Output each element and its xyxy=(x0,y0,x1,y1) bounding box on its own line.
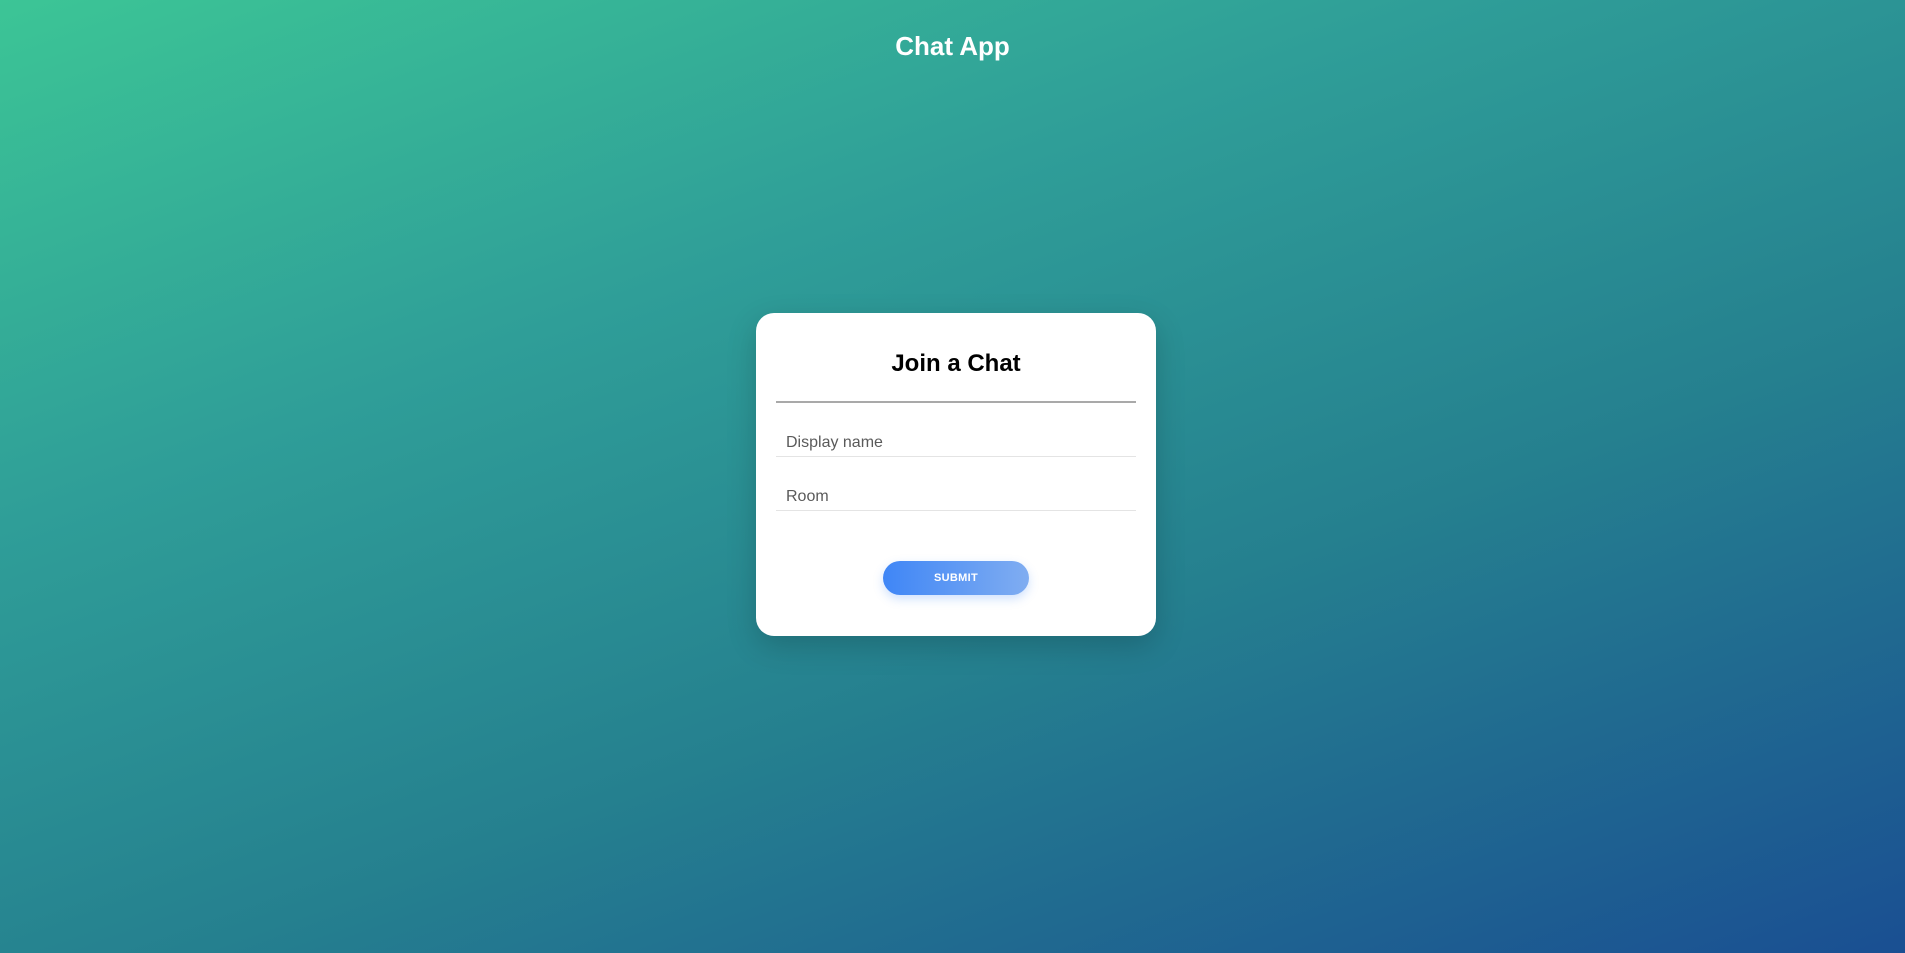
join-chat-card: Join a Chat SUBMIT xyxy=(756,313,1156,636)
display-name-input[interactable] xyxy=(776,427,1136,457)
title-divider xyxy=(776,401,1136,403)
submit-button[interactable]: SUBMIT xyxy=(883,561,1029,595)
app-title: Chat App xyxy=(895,31,1010,61)
card-title: Join a Chat xyxy=(891,350,1021,377)
submit-container: SUBMIT xyxy=(776,561,1136,595)
room-input[interactable] xyxy=(776,481,1136,511)
